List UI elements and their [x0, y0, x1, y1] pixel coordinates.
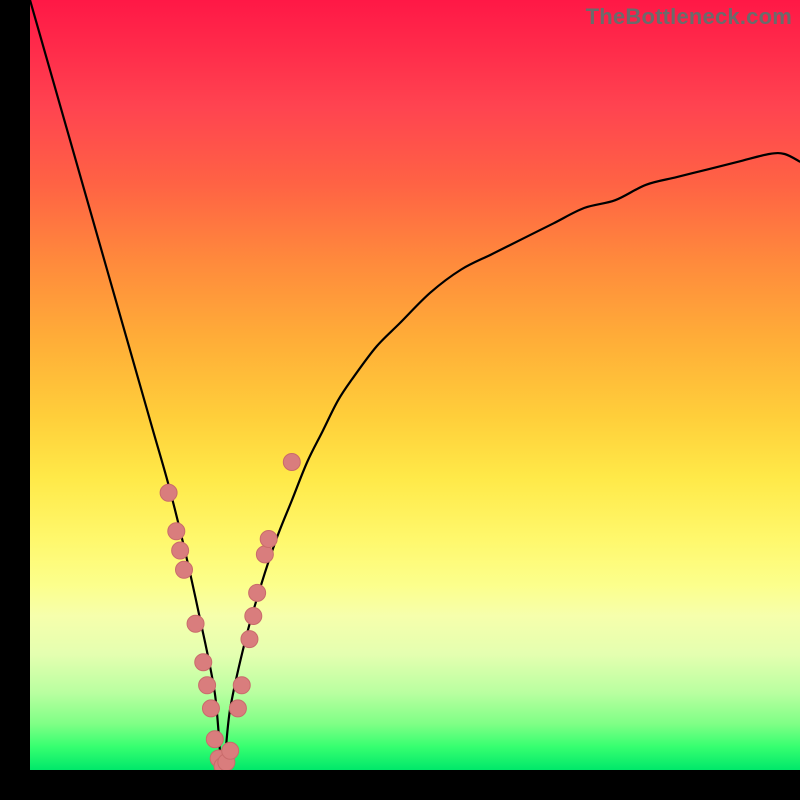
data-marker: [206, 731, 223, 748]
data-marker: [222, 742, 239, 759]
data-marker: [256, 546, 273, 563]
data-marker: [241, 631, 258, 648]
data-marker: [168, 523, 185, 540]
data-marker: [195, 654, 212, 671]
data-marker: [199, 677, 216, 694]
data-marker: [160, 484, 177, 501]
curve-layer: [30, 0, 800, 770]
data-marker: [245, 608, 262, 625]
data-marker: [260, 531, 277, 548]
data-marker: [283, 454, 300, 471]
data-marker: [233, 677, 250, 694]
bottleneck-curve: [30, 0, 800, 770]
data-marker: [249, 584, 266, 601]
plot-area: TheBottleneck.com: [30, 0, 800, 770]
data-marker: [172, 542, 189, 559]
data-marker: [229, 700, 246, 717]
data-marker: [202, 700, 219, 717]
data-marker: [176, 561, 193, 578]
data-marker: [187, 615, 204, 632]
chart-frame: TheBottleneck.com: [0, 0, 800, 800]
marker-layer: [160, 454, 300, 771]
